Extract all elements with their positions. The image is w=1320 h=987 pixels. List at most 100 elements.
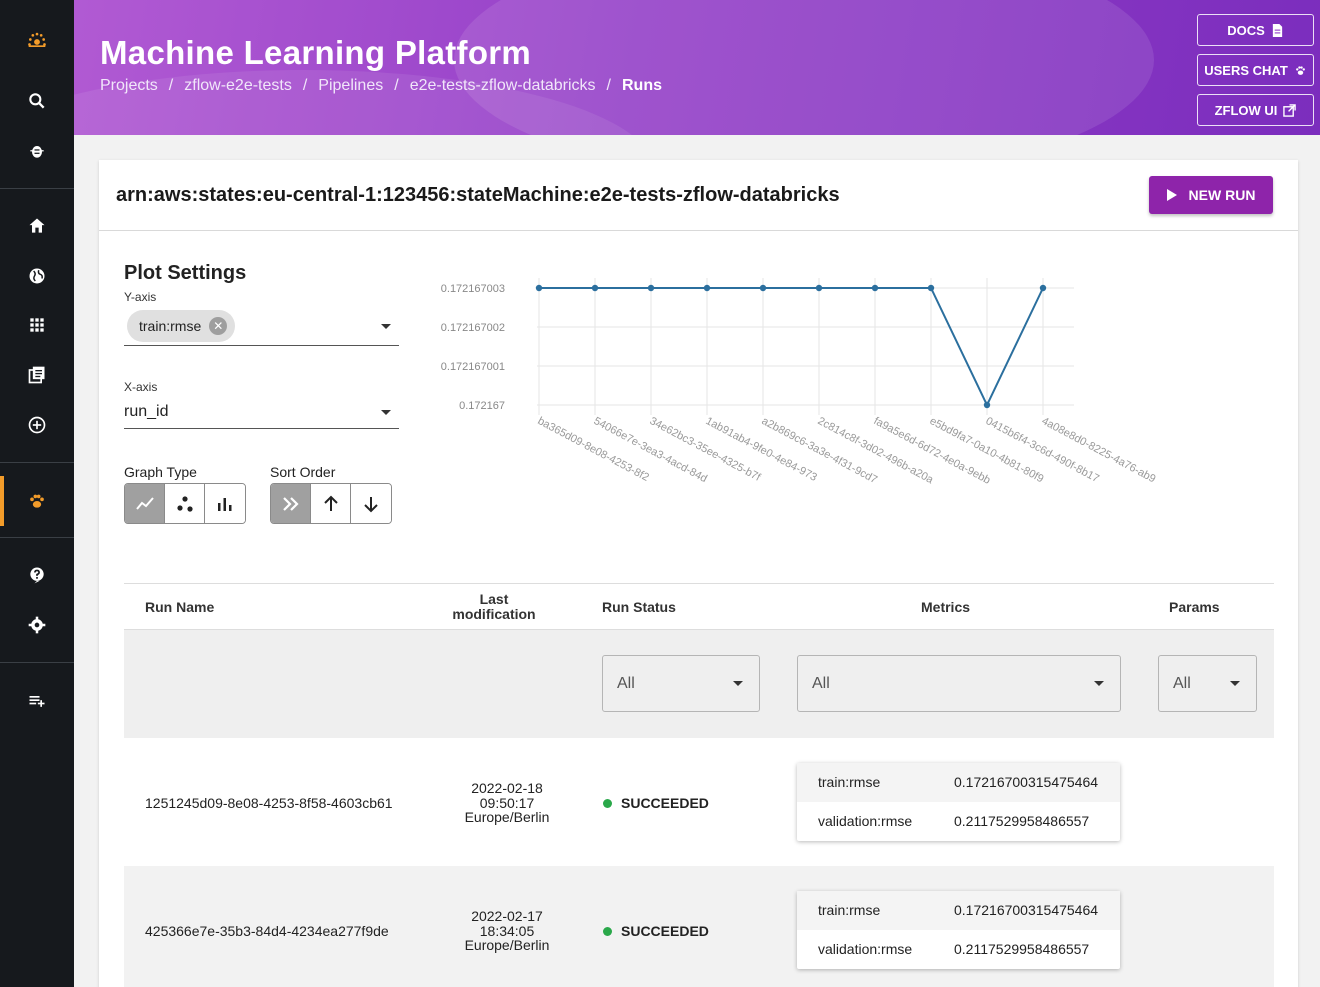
paw-icon[interactable]: [0, 481, 74, 521]
metric-line-chart: 0.172167003 0.172167002 0.172167001 0.17216…: [441, 278, 1158, 487]
col-run-status[interactable]: Run Status: [602, 599, 676, 615]
data-point: [1039, 284, 1047, 292]
status-dot-icon: [603, 798, 612, 808]
breadcrumb: Projects / zflow-e2e-tests / Pipelines /…: [100, 77, 662, 95]
search-icon[interactable]: [0, 81, 74, 121]
double-chevron-right-icon: [282, 496, 299, 511]
users-chat-button[interactable]: USERS CHAT: [1197, 54, 1314, 86]
metric-row: train:rmse 0.17216700315475464: [797, 891, 1120, 930]
paw-icon: [1295, 65, 1305, 75]
metric-row: validation:rmse 0.2117529958486557: [818, 813, 1090, 829]
last-modification: 2022-02-17 18:34:05 Europe/Berlin: [464, 908, 550, 953]
filter-row: All All All: [124, 630, 1274, 738]
status-filter[interactable]: All: [602, 655, 760, 712]
data-point: [647, 284, 655, 292]
arrow-up-icon: [323, 495, 338, 511]
bar-chart-icon: [218, 497, 232, 511]
metric-row: validation:rmse 0.2117529958486557: [818, 941, 1090, 957]
breadcrumb-project[interactable]: zflow-e2e-tests: [184, 77, 292, 95]
metrics-filter[interactable]: All: [797, 655, 1121, 712]
zflow-ui-button[interactable]: ZFLOW UI: [1197, 94, 1314, 126]
last-modification: 2022-02-18 09:50:17 Europe/Berlin: [464, 780, 550, 825]
data-point: [983, 401, 991, 409]
breadcrumb-projects[interactable]: Projects: [100, 77, 158, 95]
graph-type-group: [124, 483, 246, 524]
line-chart-button[interactable]: [125, 484, 165, 523]
col-last-modification[interactable]: Last modification: [434, 592, 554, 622]
x-axis-select[interactable]: [124, 428, 399, 429]
metric-row: train:rmse 0.17216700315475464: [797, 763, 1120, 802]
globe-icon[interactable]: [0, 256, 74, 296]
metrics-card: train:rmse 0.17216700315475464 validatio…: [797, 763, 1120, 841]
table-header: Run Name Last modification Run Status Me…: [124, 583, 1274, 630]
breadcrumb-pipelines[interactable]: Pipelines: [318, 77, 383, 95]
playlist-add-icon[interactable]: [0, 681, 74, 721]
breadcrumb-runs: Runs: [621, 77, 662, 94]
y-tick-label: 0.172167: [459, 400, 505, 412]
library-icon[interactable]: [0, 355, 74, 395]
new-run-button[interactable]: NEW RUN: [1149, 176, 1273, 214]
data-point: [535, 284, 543, 292]
data-point: [815, 284, 823, 292]
col-params[interactable]: Params: [1169, 599, 1220, 615]
data-point: [927, 284, 935, 292]
sort-order-group: [270, 483, 392, 524]
plot-settings-title: Plot Settings: [124, 262, 247, 284]
params-filter[interactable]: All: [1158, 655, 1257, 712]
status-dot-icon: [603, 926, 612, 936]
add-circle-icon[interactable]: [0, 405, 74, 445]
table-row[interactable]: 1251245d09-8e08-4253-8f58-4603cb61 2022-…: [124, 738, 1274, 866]
data-point: [759, 284, 767, 292]
runs-card: arn:aws:states:eu-central-1:123456:state…: [99, 160, 1298, 987]
apps-grid-icon[interactable]: [0, 305, 74, 345]
docs-button[interactable]: DOCS: [1197, 14, 1314, 46]
y-axis-select[interactable]: [124, 345, 399, 346]
data-point: [871, 284, 879, 292]
home-icon[interactable]: [0, 206, 74, 246]
metrics-filter-caret-icon: [1094, 681, 1104, 686]
y-axis-label: Y-axis: [124, 290, 157, 304]
logo-icon[interactable]: [0, 22, 74, 62]
chip-remove-icon[interactable]: ✕: [209, 317, 228, 335]
document-icon: [1272, 23, 1282, 37]
sidebar: [0, 0, 74, 987]
y-tick-label: 0.172167002: [441, 322, 505, 334]
x-axis-label: X-axis: [124, 380, 158, 394]
sort-order-label: Sort Order: [270, 464, 336, 480]
scatter-icon: [176, 495, 193, 512]
sort-default-button[interactable]: [271, 484, 311, 523]
scatter-chart-button[interactable]: [165, 484, 205, 523]
status-filter-caret-icon: [733, 681, 743, 686]
external-link-icon: [1283, 103, 1297, 117]
bar-chart-button[interactable]: [205, 484, 245, 523]
params-filter-caret-icon: [1230, 681, 1240, 686]
col-run-name[interactable]: Run Name: [145, 599, 214, 615]
state-machine-arn: arn:aws:states:eu-central-1:123456:state…: [116, 184, 840, 206]
run-name[interactable]: 425366e7e-35b3-84d4-4234ea277f9de: [145, 923, 389, 939]
data-point: [591, 284, 599, 292]
breadcrumb-pipeline[interactable]: e2e-tests-zflow-databricks: [410, 77, 596, 95]
sort-descending-button[interactable]: [351, 484, 391, 523]
x-axis-value[interactable]: run_id: [124, 403, 168, 421]
y-tick-label: 0.172167001: [441, 361, 505, 373]
y-axis-chip[interactable]: train:rmse ✕: [127, 310, 236, 342]
run-name[interactable]: 1251245d09-8e08-4253-8f58-4603cb61: [145, 795, 393, 811]
graph-type-label: Graph Type: [124, 464, 197, 480]
header-banner: Machine Learning Platform Projects / zfl…: [74, 0, 1320, 135]
data-point: [703, 284, 711, 292]
bug-icon[interactable]: [0, 131, 74, 171]
play-icon: [1166, 189, 1177, 201]
runs-table: Run Name Last modification Run Status Me…: [124, 583, 1274, 987]
col-metrics[interactable]: Metrics: [921, 599, 970, 615]
settings-gear-icon[interactable]: [0, 605, 74, 645]
status-badge: SUCCEEDED: [603, 795, 709, 811]
arrow-down-icon: [364, 496, 378, 512]
x-axis-dropdown-caret-icon[interactable]: [381, 410, 391, 415]
help-icon[interactable]: [0, 555, 74, 595]
app-title: Machine Learning Platform: [100, 34, 532, 71]
y-axis-dropdown-caret-icon[interactable]: [381, 324, 391, 329]
series-line: [539, 287, 1044, 408]
metrics-card: train:rmse 0.17216700315475464 validatio…: [797, 891, 1120, 969]
sort-ascending-button[interactable]: [311, 484, 351, 523]
table-row[interactable]: 425366e7e-35b3-84d4-4234ea277f9de 2022-0…: [124, 866, 1274, 987]
